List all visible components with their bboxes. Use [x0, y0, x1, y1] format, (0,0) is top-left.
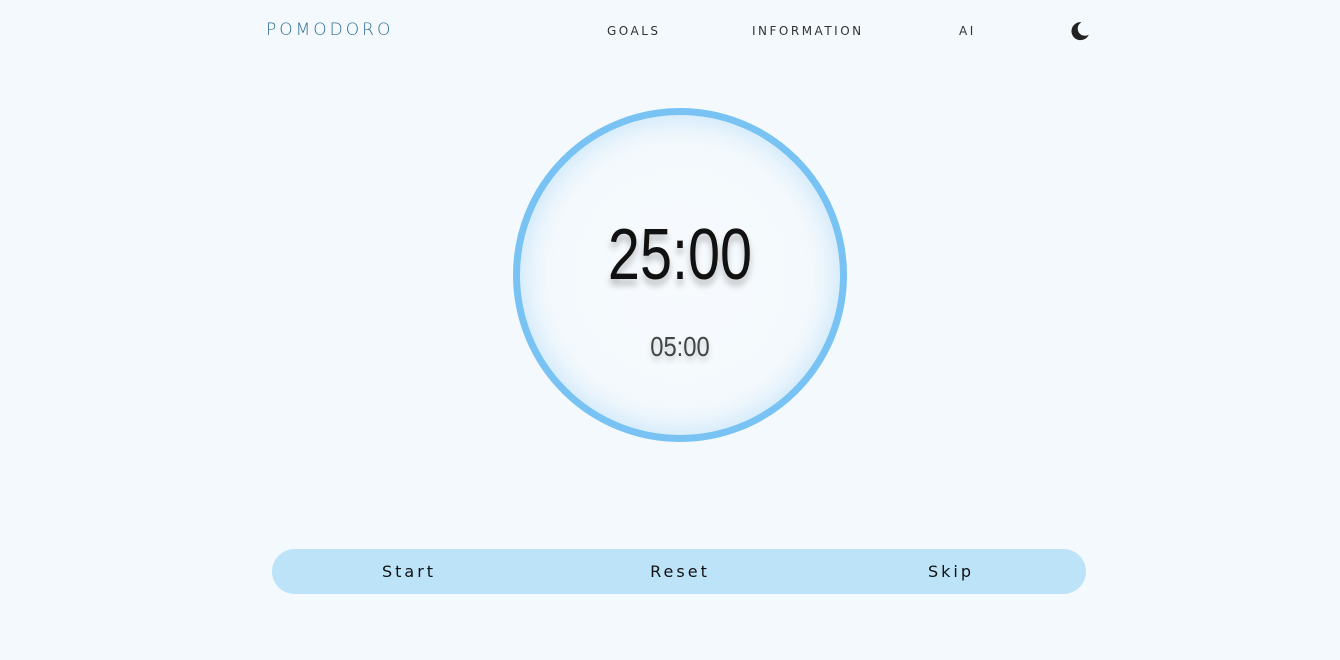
nav-information-link[interactable]: INFORMATION	[752, 24, 864, 38]
nav-goals-link[interactable]: GOALS	[607, 24, 661, 38]
moon-icon[interactable]	[1068, 19, 1092, 43]
nav-ai-link[interactable]: AI	[959, 24, 976, 38]
break-time-display: 05:00	[650, 331, 710, 362]
pomodoro-page: POMODORO GOALS INFORMATION AI 25:00 05:0…	[0, 0, 1340, 660]
top-navbar: POMODORO GOALS INFORMATION AI	[0, 0, 1340, 62]
timer-controls-bar: Start Reset Skip	[272, 549, 1086, 594]
skip-button[interactable]: Skip	[871, 549, 1031, 594]
brand-logo[interactable]: POMODORO	[266, 20, 393, 40]
start-button[interactable]: Start	[329, 549, 489, 594]
reset-button[interactable]: Reset	[600, 549, 760, 594]
focus-time-display: 25:00	[607, 215, 753, 295]
timer-ring: 25:00 05:00	[513, 108, 847, 442]
